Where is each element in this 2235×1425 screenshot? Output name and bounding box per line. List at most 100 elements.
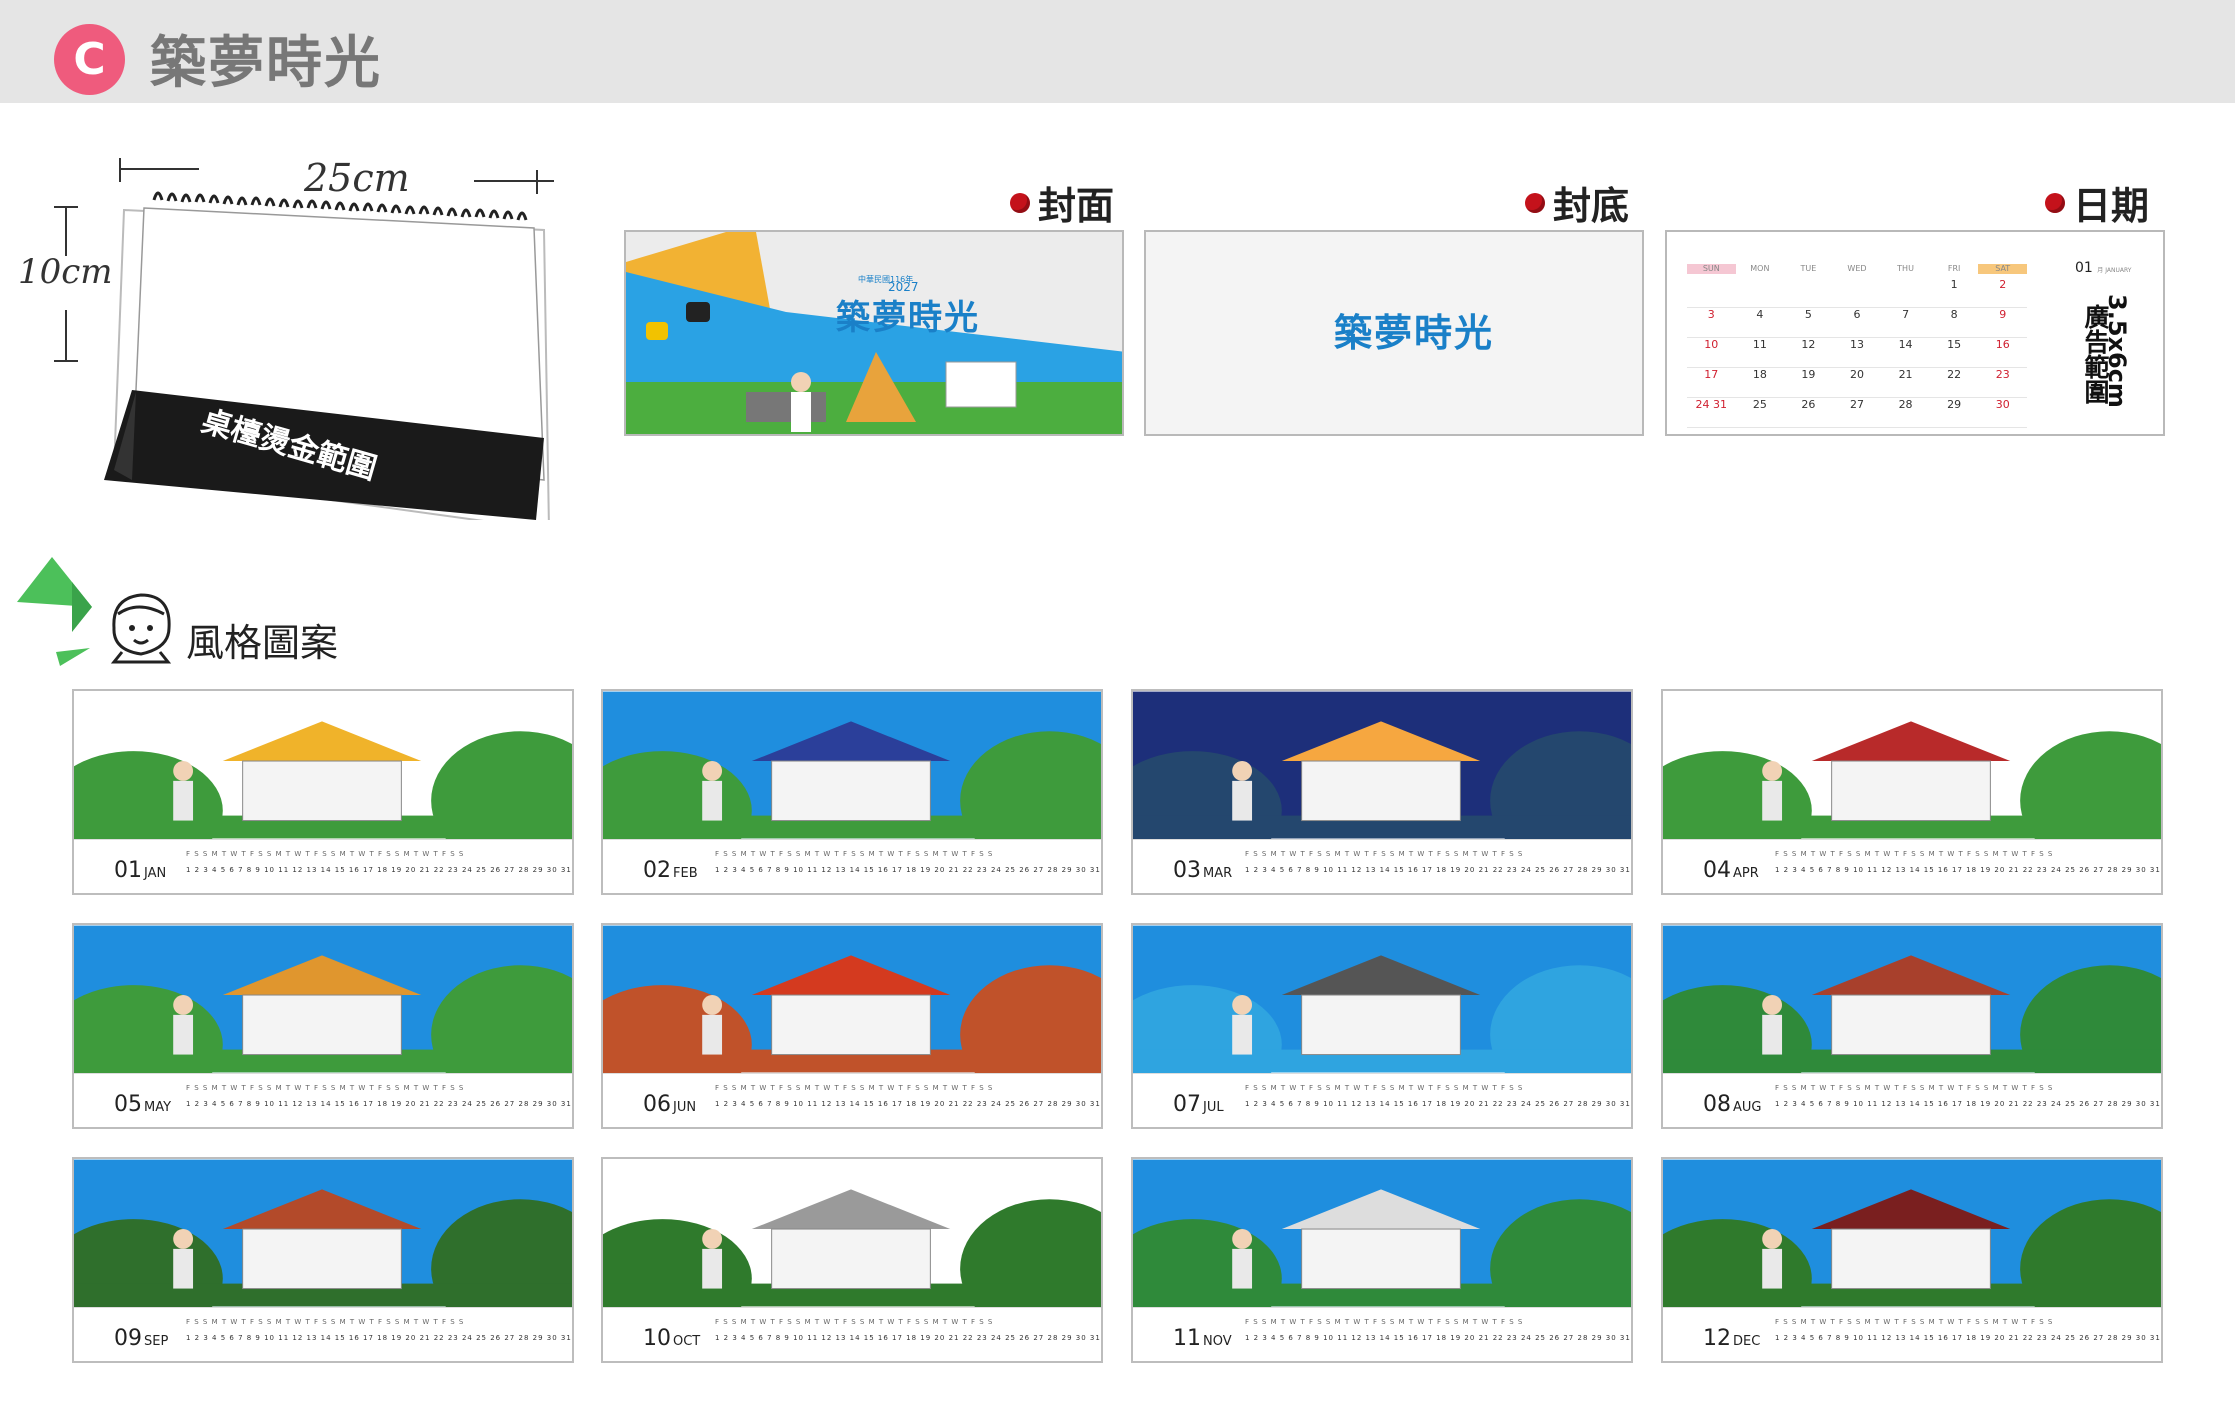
month-date-strip: 03 MAR F S S M T W T F S S M T W T F S S M… <box>1133 839 1631 892</box>
month-date-strip: 08 AUG F S S M T W T F S S M T W T F S S M… <box>1663 1073 2161 1126</box>
cover-year: 2027 <box>888 280 919 294</box>
month-number: 06 <box>643 1092 671 1117</box>
red-dot-icon <box>2045 192 2065 213</box>
month-card: 01 JAN F S S M T W T F S S M T W T F S S M… <box>72 689 574 895</box>
day-number-row: 1 2 3 4 5 6 7 8 9 10 11 12 13 14 15 16 1… <box>715 1100 1101 1108</box>
calendar-day-cell: 29 <box>1929 398 1979 428</box>
weekday-row: F S S M T W T F S S M T W T F S S M T W … <box>715 850 994 858</box>
month-number: 07 <box>1173 1092 1201 1117</box>
calendar-day-cell: 14 <box>1881 338 1930 368</box>
calendar-day-cell: 7 <box>1881 308 1930 338</box>
month-label: 11 NOV <box>1173 1326 1232 1351</box>
weekday-row: F S S M T W T F S S M T W T F S S M T W … <box>1775 1084 2054 1092</box>
month-abbr: NOV <box>1203 1334 1232 1349</box>
style-section-title: 風格圖案 <box>186 621 339 665</box>
month-abbr: SEP <box>144 1334 169 1349</box>
desk-calendar-illustration: 25cm 10cm 桌檯燙金範圍 <box>14 140 574 520</box>
calendar-day-cell: 18 <box>1735 368 1785 398</box>
calendar-day-cell: 15 <box>1929 338 1979 368</box>
calendar-day-cell: 8 <box>1929 308 1979 338</box>
weekday-row: F S S M T W T F S S M T W T F S S M T W … <box>1775 850 2054 858</box>
day-number-row: 1 2 3 4 5 6 7 8 9 10 11 12 13 14 15 16 1… <box>1245 1100 1631 1108</box>
month-illustration <box>1133 925 1631 1073</box>
month-abbr: DEC <box>1733 1334 1761 1349</box>
calendar-day-cell: 9 <box>1978 308 2027 338</box>
month-label: 04 APR <box>1703 858 1759 883</box>
month-illustration <box>1663 1159 2161 1307</box>
month-card: 12 DEC F S S M T W T F S S M T W T F S S M… <box>1661 1157 2163 1363</box>
day-number-row: 1 2 3 4 5 6 7 8 9 10 11 12 13 14 15 16 1… <box>715 1334 1101 1342</box>
month-date-strip: 12 DEC F S S M T W T F S S M T W T F S S M… <box>1663 1307 2161 1360</box>
back-cover-label-text: 封底 <box>1553 184 1630 228</box>
month-abbr: MAR <box>1203 866 1233 881</box>
page-title: 築夢時光 <box>150 31 382 96</box>
month-illustration <box>603 1159 1101 1307</box>
calendar-day-cell: 27 <box>1832 398 1882 428</box>
calendar-day-cell: 20 <box>1832 368 1882 398</box>
red-dot-icon <box>1525 192 1545 213</box>
calendar-day-cell <box>1832 278 1882 308</box>
month-card: 10 OCT F S S M T W T F S S M T W T F S S M… <box>601 1157 1103 1363</box>
month-card: 09 SEP F S S M T W T F S S M T W T F S S M… <box>72 1157 574 1363</box>
month-date-strip: 02 FEB F S S M T W T F S S M T W T F S S M… <box>603 839 1101 892</box>
month-date-strip: 05 MAY F S S M T W T F S S M T W T F S S M… <box>74 1073 572 1126</box>
calendar-day-cell: 3 <box>1687 308 1736 338</box>
cover-label: 封面 <box>1010 175 1114 230</box>
month-abbr: JUL <box>1203 1100 1224 1115</box>
month-date-strip: 10 OCT F S S M T W T F S S M T W T F S S M… <box>603 1307 1101 1360</box>
date-label-text: 日期 <box>2073 184 2150 228</box>
calendar-day-cell: 25 <box>1735 398 1785 428</box>
calendar-day-cell: 12 <box>1784 338 1833 368</box>
month-card: 05 MAY F S S M T W T F S S M T W T F S S M… <box>72 923 574 1129</box>
calendar-day-cell: 21 <box>1881 368 1930 398</box>
cover-logo: 築夢時光 <box>836 298 980 338</box>
month-label: 01 JAN <box>114 858 166 883</box>
calendar-day-cell <box>1735 278 1785 308</box>
month-number: 04 <box>1703 858 1731 883</box>
cal-header-fri: FRI <box>1947 264 1961 273</box>
month-illustration <box>603 925 1101 1073</box>
day-number-row: 1 2 3 4 5 6 7 8 9 10 11 12 13 14 15 16 1… <box>1775 1100 2161 1108</box>
month-abbr: MAY <box>144 1100 172 1115</box>
month-illustration <box>74 691 572 839</box>
calendar-day-cell: 30 <box>1978 398 2027 428</box>
calendar-day-cell: 5 <box>1784 308 1833 338</box>
day-number-row: 1 2 3 4 5 6 7 8 9 10 11 12 13 14 15 16 1… <box>1775 1334 2161 1342</box>
day-number-row: 1 2 3 4 5 6 7 8 9 10 11 12 13 14 15 16 1… <box>715 866 1101 874</box>
month-illustration <box>1133 691 1631 839</box>
calendar-day-cell: 23 <box>1978 368 2027 398</box>
cal-month-label: 01 月 JANUARY <box>2075 260 2131 276</box>
month-illustration <box>74 925 572 1073</box>
cal-month-sub: 月 JANUARY <box>2097 267 2132 274</box>
calendar-day-cell <box>1881 278 1930 308</box>
day-number-row: 1 2 3 4 5 6 7 8 9 10 11 12 13 14 15 16 1… <box>1245 866 1631 874</box>
cover-label-text: 封面 <box>1038 184 1115 228</box>
day-number-row: 1 2 3 4 5 6 7 8 9 10 11 12 13 14 15 16 1… <box>186 1100 572 1108</box>
month-label: 02 FEB <box>643 858 698 883</box>
calendar-day-cell: 2 <box>1978 278 2027 308</box>
month-abbr: JAN <box>144 866 167 881</box>
calendar-day-cell: 24 31 <box>1687 398 1736 428</box>
month-card: 03 MAR F S S M T W T F S S M T W T F S S M… <box>1131 689 1633 895</box>
month-label: 08 AUG <box>1703 1092 1761 1117</box>
calendar-day-cell: 1 <box>1929 278 1979 308</box>
weekday-row: F S S M T W T F S S M T W T F S S M T W … <box>1245 1318 1524 1326</box>
cal-header-thu: THU <box>1897 264 1914 273</box>
weekday-row: F S S M T W T F S S M T W T F S S M T W … <box>1775 1318 2054 1326</box>
month-abbr: JUN <box>673 1100 697 1115</box>
day-number-row: 1 2 3 4 5 6 7 8 9 10 11 12 13 14 15 16 1… <box>1245 1334 1631 1342</box>
month-abbr: APR <box>1733 866 1759 881</box>
calendar-day-cell: 17 <box>1687 368 1736 398</box>
month-number: 09 <box>114 1326 142 1351</box>
calendar-day-cell: 6 <box>1832 308 1882 338</box>
month-abbr: OCT <box>673 1334 701 1349</box>
month-illustration <box>1663 691 2161 839</box>
cal-header-mon: MON <box>1750 264 1770 273</box>
weekday-row: F S S M T W T F S S M T W T F S S M T W … <box>1245 1084 1524 1092</box>
red-dot-icon <box>1010 192 1030 213</box>
weekday-row: F S S M T W T F S S M T W T F S S M T W … <box>1245 850 1524 858</box>
month-label: 10 OCT <box>643 1326 700 1351</box>
back-cover-logo: 築夢時光 <box>1334 311 1495 355</box>
girl-face-icon <box>110 593 172 664</box>
month-number: 12 <box>1703 1326 1731 1351</box>
